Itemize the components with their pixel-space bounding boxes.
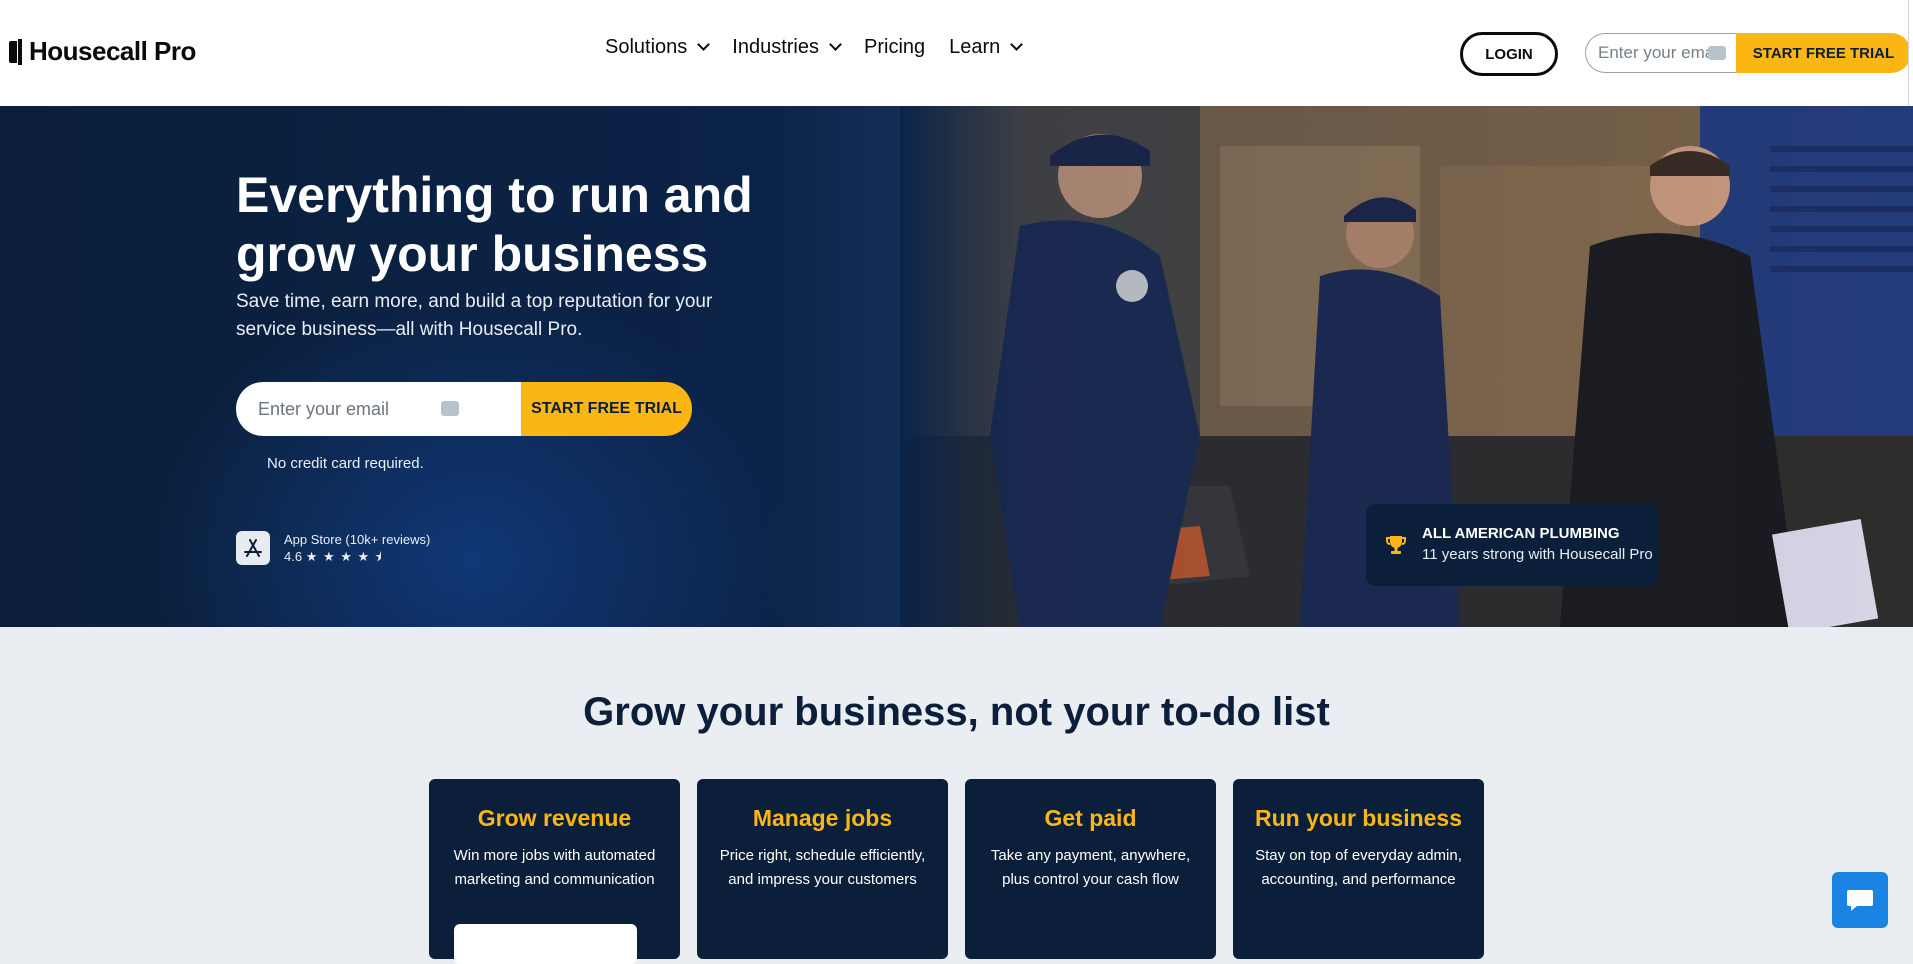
card-description: Win more jobs with automated marketing a… <box>453 847 656 888</box>
login-button[interactable]: LOGIN <box>1460 32 1558 76</box>
nav-industries-label: Industries <box>732 36 819 58</box>
main-nav: Solutions Industries Pricing Learn <box>605 36 1024 59</box>
badge-company-name: ALL AMERICAN PLUMBING <box>1422 525 1620 542</box>
testimonial-badge: ALL AMERICAN PLUMBING 11 years strong wi… <box>1366 504 1658 586</box>
hero-start-trial-button[interactable]: START FREE TRIAL <box>521 382 692 436</box>
feature-card-run-business[interactable]: Run your business Stay on top of everyda… <box>1233 779 1484 959</box>
app-store-rating-value: 4.6 <box>284 549 303 564</box>
nav-pricing[interactable]: Pricing <box>864 36 925 59</box>
feature-cards: Grow revenue Win more jobs with automate… <box>429 779 1484 964</box>
hero-section: Everything to run and grow your business… <box>0 106 1913 627</box>
card-description: Stay on top of everyday admin, accountin… <box>1255 847 1462 888</box>
card-title: Grow revenue <box>477 805 632 831</box>
nav-solutions[interactable]: Solutions <box>605 36 711 59</box>
card-description: Price right, schedule efficiently, and i… <box>719 847 926 888</box>
password-manager-icon[interactable] <box>1708 46 1726 60</box>
no-credit-card-note: No credit card required. <box>267 455 424 472</box>
nav-industries[interactable]: Industries <box>732 36 842 59</box>
hero-title: Everything to run and grow your business <box>236 167 753 282</box>
chevron-down-icon <box>1010 38 1024 51</box>
nav-learn-label: Learn <box>949 36 1001 58</box>
password-manager-icon[interactable] <box>441 401 459 416</box>
header-start-trial-button[interactable]: START FREE TRIAL <box>1736 33 1911 73</box>
card-title: Get paid <box>1044 805 1137 831</box>
header-email-input[interactable]: Enter your email <box>1585 33 1736 73</box>
chat-button[interactable] <box>1832 872 1888 928</box>
chat-bubble-icon <box>1847 890 1873 911</box>
hero-email-placeholder: Enter your email <box>258 398 390 419</box>
hero-subtitle: Save time, earn more, and build a top re… <box>236 291 713 340</box>
nav-pricing-label: Pricing <box>864 36 926 58</box>
card-button[interactable] <box>454 924 637 964</box>
feature-card-grow-revenue[interactable]: Grow revenue Win more jobs with automate… <box>429 779 680 964</box>
star-rating-icon: ★ ★ ★ ★ ⯨ <box>305 549 383 564</box>
trophy-icon <box>1386 536 1406 554</box>
header-email-placeholder: Enter your email <box>1598 43 1716 62</box>
nav-learn[interactable]: Learn <box>949 36 1024 59</box>
card-title: Manage jobs <box>752 805 893 831</box>
chevron-down-icon <box>697 38 711 51</box>
nav-solutions-label: Solutions <box>605 36 688 58</box>
card-description: Take any payment, anywhere, plus control… <box>990 847 1191 888</box>
chevron-down-icon <box>829 38 842 51</box>
features-title: Grow your business, not your to-do list <box>583 690 1330 734</box>
feature-card-get-paid[interactable]: Get paid Take any payment, anywhere, plu… <box>965 779 1216 959</box>
card-title: Run your business <box>1254 805 1463 831</box>
hero-signup-form: Enter your email START FREE TRIAL <box>236 382 692 436</box>
app-store-icon <box>236 531 270 565</box>
scrollbar[interactable] <box>1908 0 1913 106</box>
app-store-label: App Store (10k+ reviews) <box>284 532 431 547</box>
badge-subtitle: 11 years strong with Housecall Pro <box>1422 546 1653 563</box>
housecall-pro-logo-icon <box>9 38 23 65</box>
logo-text: Housecall Pro <box>29 36 196 66</box>
hero-email-input[interactable]: Enter your email <box>236 382 521 436</box>
feature-card-manage-jobs[interactable]: Manage jobs Price right, schedule effici… <box>697 779 948 959</box>
app-store-rating[interactable]: App Store (10k+ reviews) 4.6 ★ ★ ★ ★ ⯨ <box>236 531 430 565</box>
site-header: Housecall Pro Solutions Industries Prici… <box>0 0 1913 106</box>
logo[interactable]: Housecall Pro <box>9 36 196 67</box>
header-signup-form: Enter your email START FREE TRIAL <box>1585 33 1911 73</box>
